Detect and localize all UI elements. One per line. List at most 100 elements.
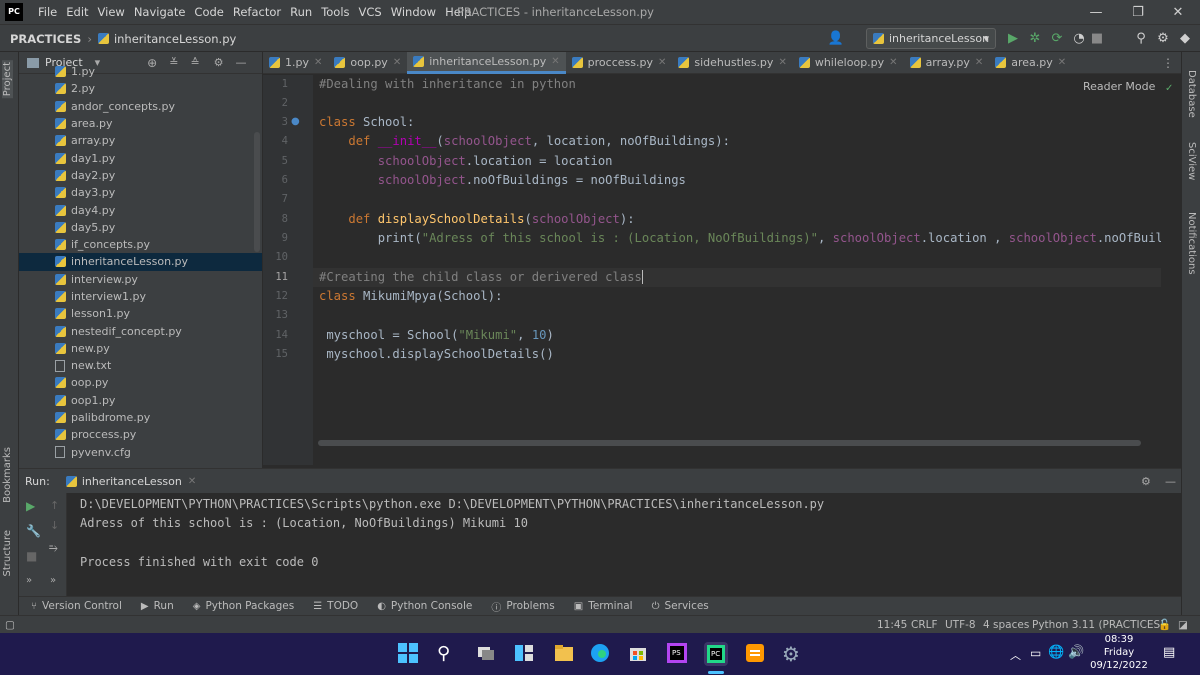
editor-vertical-scrollbar[interactable]: ✓ bbox=[1161, 75, 1181, 465]
rerun-icon[interactable]: ▶ bbox=[26, 499, 35, 513]
toggle-tool-windows-icon[interactable]: ▢ bbox=[5, 616, 15, 634]
file-tree-item[interactable]: proccess.py bbox=[19, 426, 262, 443]
close-tab-icon[interactable]: ✕ bbox=[551, 56, 559, 67]
up-arrow-icon[interactable]: ↑ bbox=[50, 499, 59, 512]
breadcrumb-project[interactable]: PRACTICES bbox=[10, 32, 81, 46]
file-tree-item[interactable]: array.py bbox=[19, 132, 262, 149]
pycharm-taskbar-icon[interactable]: PC bbox=[704, 642, 728, 666]
run-icon[interactable]: ▶ bbox=[1003, 29, 1023, 49]
tool-tab-python-console[interactable]: ◐ Python Console bbox=[377, 600, 472, 612]
volume-icon[interactable]: 🔊 bbox=[1068, 645, 1084, 660]
windows-start-icon[interactable] bbox=[397, 642, 421, 666]
settings-gear-icon[interactable]: ⚙ bbox=[1153, 29, 1173, 49]
file-tree-item[interactable]: 1.py bbox=[19, 63, 262, 80]
editor-tab[interactable]: 1.py ✕ bbox=[263, 52, 328, 74]
expand-icon[interactable]: » bbox=[26, 575, 32, 586]
editor-tab[interactable]: whileloop.py ✕ bbox=[793, 52, 904, 74]
tool-tab-structure[interactable]: Structure bbox=[2, 530, 13, 577]
tool-tab-terminal[interactable]: ▣ Terminal bbox=[574, 600, 633, 612]
run-tab[interactable]: inheritanceLesson bbox=[82, 475, 182, 488]
override-marker-icon[interactable]: ● bbox=[291, 116, 300, 127]
file-tree-item[interactable]: day3.py bbox=[19, 184, 262, 201]
phpstorm-icon[interactable]: PS bbox=[666, 642, 690, 666]
tool-tab-notifications[interactable]: Notifications bbox=[1186, 212, 1197, 275]
tool-tab-version-control[interactable]: ⑂ Version Control bbox=[31, 600, 122, 612]
close-tab-icon[interactable]: ✕ bbox=[393, 57, 401, 68]
menu-edit[interactable]: Edit bbox=[66, 0, 88, 25]
file-tree-item[interactable]: palibdrome.py bbox=[19, 409, 262, 426]
close-tab-icon[interactable]: ✕ bbox=[658, 57, 666, 68]
task-view-icon[interactable] bbox=[475, 642, 499, 666]
profile-icon[interactable]: ◔ bbox=[1069, 29, 1089, 49]
close-tab-icon[interactable]: ✕ bbox=[778, 57, 786, 68]
tool-tab-bookmarks[interactable]: Bookmarks bbox=[2, 447, 13, 503]
file-tree-item[interactable]: new.py bbox=[19, 340, 262, 357]
file-tree-item[interactable]: pyvenv.cfg bbox=[19, 444, 262, 459]
close-tab-icon[interactable]: ✕ bbox=[1058, 57, 1066, 68]
stop-icon[interactable]: ■ bbox=[1087, 29, 1107, 49]
file-tree-item[interactable]: new.txt bbox=[19, 357, 262, 374]
notification-icon[interactable]: ◪ bbox=[1178, 616, 1188, 634]
menu-window[interactable]: Window bbox=[391, 0, 436, 25]
menu-code[interactable]: Code bbox=[194, 0, 223, 25]
notification-center-icon[interactable]: ▤ bbox=[1163, 645, 1175, 660]
editor-tab[interactable]: inheritanceLesson.py ✕ bbox=[407, 51, 566, 74]
editor-tab[interactable]: array.py ✕ bbox=[904, 52, 990, 74]
jetbrains-icon[interactable]: ◆ bbox=[1175, 29, 1195, 49]
file-encoding[interactable]: UTF-8 bbox=[945, 616, 976, 634]
file-tree-item[interactable]: lesson1.py bbox=[19, 305, 262, 322]
search-icon[interactable]: ⚲ bbox=[1131, 29, 1151, 49]
tool-tab-database[interactable]: Database bbox=[1186, 70, 1197, 118]
run-settings-icon[interactable]: ⚙ bbox=[1141, 475, 1151, 488]
file-tree-item[interactable]: inheritanceLesson.py bbox=[19, 253, 262, 271]
menu-run[interactable]: Run bbox=[290, 0, 312, 25]
sublime-icon[interactable] bbox=[744, 642, 768, 666]
close-tab-icon[interactable]: ✕ bbox=[889, 57, 897, 68]
breadcrumb-file[interactable]: inheritanceLesson.py bbox=[114, 32, 236, 46]
network-icon[interactable]: 🌐 bbox=[1048, 645, 1064, 660]
close-tab-icon[interactable]: ✕ bbox=[188, 476, 196, 487]
battery-icon[interactable]: ▭ bbox=[1030, 646, 1041, 660]
python-interpreter[interactable]: Python 3.11 (PRACTICES) bbox=[1032, 616, 1164, 634]
code-editor[interactable]: #Dealing with inheritance in python clas… bbox=[313, 75, 1161, 465]
search-icon[interactable]: ⚲ bbox=[437, 642, 461, 666]
coverage-icon[interactable]: ⟳ bbox=[1047, 29, 1067, 49]
project-scrollbar[interactable] bbox=[254, 132, 260, 252]
editor-tab[interactable]: proccess.py ✕ bbox=[566, 52, 673, 74]
editor-horizontal-scrollbar[interactable] bbox=[318, 440, 1141, 446]
menu-view[interactable]: View bbox=[98, 0, 125, 25]
file-tree-item[interactable]: day5.py bbox=[19, 219, 262, 236]
close-tab-icon[interactable]: ✕ bbox=[975, 57, 983, 68]
stop-run-icon[interactable]: ■ bbox=[26, 549, 37, 563]
indent-setting[interactable]: 4 spaces bbox=[983, 616, 1029, 634]
file-tree-item[interactable]: day1.py bbox=[19, 149, 262, 166]
reader-mode-button[interactable]: Reader Mode bbox=[1083, 80, 1155, 93]
lock-icon[interactable]: 🔓 bbox=[1158, 616, 1171, 634]
menu-tools[interactable]: Tools bbox=[321, 0, 349, 25]
edge-browser-icon[interactable] bbox=[589, 642, 613, 666]
wrench-icon[interactable]: 🔧 bbox=[26, 524, 41, 538]
tool-tab-run[interactable]: ▶ Run bbox=[141, 600, 174, 612]
tool-tab-problems[interactable]: ⓘ Problems bbox=[491, 599, 554, 614]
clock-day[interactable]: Friday bbox=[1094, 647, 1144, 658]
soft-wrap-icon[interactable]: ⥱ bbox=[49, 541, 58, 555]
caret-position[interactable]: 11:45 bbox=[877, 616, 907, 634]
minimize-icon[interactable]: — bbox=[1076, 0, 1116, 25]
file-tree-item[interactable]: day2.py bbox=[19, 167, 262, 184]
file-tree-item[interactable]: oop1.py bbox=[19, 392, 262, 409]
file-tree-item[interactable]: day4.py bbox=[19, 201, 262, 218]
editor-tab[interactable]: sidehustles.py ✕ bbox=[672, 52, 792, 74]
menu-refactor[interactable]: Refactor bbox=[233, 0, 281, 25]
file-tree-item[interactable]: andor_concepts.py bbox=[19, 98, 262, 115]
file-tree-item[interactable]: area.py bbox=[19, 115, 262, 132]
close-window-icon[interactable]: ✕ bbox=[1158, 0, 1198, 25]
editor-tab[interactable]: area.py ✕ bbox=[989, 52, 1072, 74]
run-configuration-select[interactable]: inheritanceLesson ▾ bbox=[866, 28, 996, 49]
tool-tab-todo[interactable]: ☰ TODO bbox=[313, 600, 358, 612]
menu-vcs[interactable]: VCS bbox=[359, 0, 382, 25]
chevron-up-icon[interactable]: ︿ bbox=[1010, 647, 1021, 663]
hide-run-panel-icon[interactable]: — bbox=[1165, 475, 1176, 488]
close-tab-icon[interactable]: ✕ bbox=[314, 57, 322, 68]
line-separator[interactable]: CRLF bbox=[911, 616, 938, 634]
store-icon[interactable] bbox=[627, 642, 651, 666]
